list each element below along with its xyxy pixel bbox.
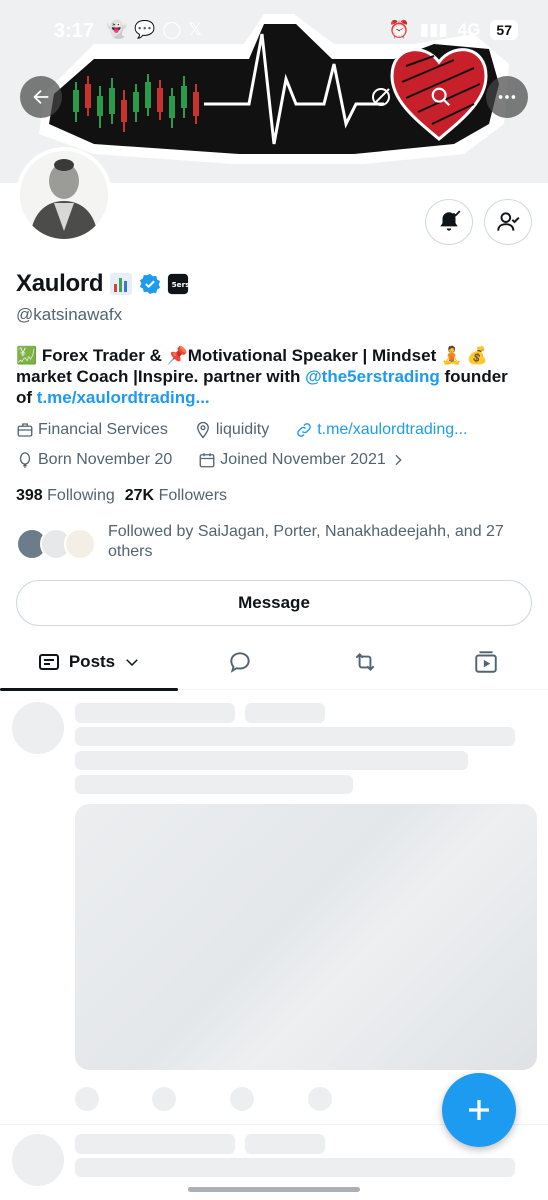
battery-icon: 57 bbox=[490, 20, 518, 40]
skeleton-action bbox=[308, 1087, 332, 1111]
profile-avatar[interactable] bbox=[16, 147, 112, 243]
link-icon bbox=[297, 423, 312, 437]
profile-meta-row-1: Financial Services liquidity t.me/xaulor… bbox=[16, 421, 467, 439]
tab-replies[interactable] bbox=[200, 634, 280, 690]
media-icon bbox=[475, 651, 497, 673]
x-logo-icon: 𝕏 bbox=[188, 20, 203, 39]
home-indicator[interactable] bbox=[188, 1187, 360, 1192]
tab-media[interactable] bbox=[446, 634, 526, 690]
skeleton-line bbox=[75, 1158, 515, 1177]
skeleton-line bbox=[245, 703, 325, 723]
more-icon bbox=[498, 95, 516, 99]
profile-name-row: Xaulord 5ers bbox=[16, 270, 189, 298]
chart-emoji-icon bbox=[110, 273, 133, 295]
skeleton-line bbox=[75, 775, 353, 794]
whatsapp-icon: ◯ bbox=[162, 20, 182, 39]
compose-button[interactable] bbox=[442, 1073, 516, 1147]
profile-meta-row-2: Born November 20 Joined November 2021 bbox=[16, 451, 406, 469]
signal-icon: ▮▮▮ bbox=[419, 20, 448, 39]
network-label: 4G bbox=[457, 20, 481, 39]
status-bar: 3:17 👻 💬 ◯ 𝕏 ⏰ ▮▮▮ 4G 57 bbox=[0, 0, 548, 62]
chevron-right-icon[interactable] bbox=[390, 452, 406, 468]
tab-posts[interactable]: Posts bbox=[0, 634, 178, 690]
search-icon bbox=[431, 87, 451, 107]
joined-label[interactable]: Joined November 2021 bbox=[220, 451, 385, 469]
location-icon bbox=[196, 421, 209, 439]
status-time: 3:17 bbox=[54, 20, 95, 42]
active-tab-indicator bbox=[0, 688, 178, 691]
skeleton-avatar bbox=[12, 1134, 64, 1186]
skeleton-avatar bbox=[12, 702, 64, 754]
profile-tabs: Posts bbox=[0, 634, 548, 691]
skeleton-line bbox=[75, 1134, 235, 1154]
snapchat-icon: 👻 bbox=[106, 20, 128, 39]
skeleton-line bbox=[75, 703, 235, 723]
chevron-down-icon bbox=[126, 659, 138, 667]
location-label: liquidity bbox=[215, 421, 270, 438]
svg-text:5ers: 5ers bbox=[172, 280, 189, 289]
skeleton-line bbox=[245, 1134, 325, 1154]
avatar-portrait bbox=[20, 151, 108, 239]
following-count: 398 bbox=[16, 487, 43, 504]
bio-url-link[interactable]: t.me/xaulordtrading... bbox=[37, 388, 210, 407]
following-count-link[interactable]: 398 Following bbox=[16, 487, 115, 505]
following-button[interactable] bbox=[484, 199, 532, 245]
notifications-button[interactable] bbox=[425, 199, 473, 245]
category-label[interactable]: Financial Services bbox=[38, 421, 168, 439]
website-link[interactable]: t.me/xaulordtrading... bbox=[317, 421, 467, 439]
back-button[interactable] bbox=[20, 76, 62, 118]
followers-count: 27K bbox=[124, 487, 155, 504]
following-label: Following bbox=[47, 487, 115, 504]
briefcase-icon bbox=[17, 423, 33, 437]
followed-by-row[interactable]: Followed by SaiJagan, Porter, Nanakhadee… bbox=[16, 522, 528, 562]
chat-icon: 💬 bbox=[134, 20, 156, 39]
bio-mention-link[interactable]: @the5erstrading bbox=[305, 367, 440, 386]
skeleton-line bbox=[75, 727, 515, 746]
back-icon bbox=[33, 89, 49, 105]
plus-icon bbox=[469, 1100, 489, 1120]
followed-by-text: Followed by SaiJagan, Porter, Nanakhadee… bbox=[108, 523, 504, 560]
calendar-icon bbox=[199, 453, 215, 468]
posts-icon bbox=[38, 654, 59, 670]
profile-bio: 💹 Forex Trader & 📌Motivational Speaker |… bbox=[16, 345, 526, 408]
skeleton-media bbox=[75, 804, 537, 1070]
tab-reposts[interactable] bbox=[325, 634, 405, 690]
display-name: Xaulord bbox=[16, 270, 104, 297]
follow-counts: 398 Following 27K Followers bbox=[16, 487, 227, 505]
skeleton-action bbox=[75, 1087, 99, 1111]
follow-icon bbox=[497, 212, 520, 231]
notification-icons: 👻 💬 ◯ 𝕏 bbox=[106, 20, 202, 40]
avatar bbox=[64, 528, 96, 560]
skeleton-line bbox=[75, 751, 468, 770]
verified-icon[interactable] bbox=[139, 273, 161, 295]
more-button[interactable] bbox=[486, 76, 528, 118]
message-button[interactable]: Message bbox=[16, 580, 532, 626]
affiliate-badge-icon[interactable]: 5ers bbox=[167, 273, 189, 295]
followed-by-avatars bbox=[16, 528, 98, 562]
skeleton-action bbox=[152, 1087, 176, 1111]
grok-icon bbox=[372, 88, 390, 106]
grok-button[interactable] bbox=[360, 76, 402, 118]
profile-handle: @katsinawafx bbox=[16, 305, 123, 324]
replies-icon bbox=[230, 652, 250, 673]
reposts-icon bbox=[355, 653, 375, 671]
birthday-label: Born November 20 bbox=[38, 451, 173, 468]
bell-icon bbox=[440, 210, 461, 231]
followers-count-link[interactable]: 27K Followers bbox=[125, 487, 227, 505]
balloon-icon bbox=[19, 452, 31, 468]
alarm-icon: ⏰ bbox=[388, 20, 410, 39]
skeleton-action bbox=[230, 1087, 254, 1111]
followers-label: Followers bbox=[158, 487, 228, 504]
search-button[interactable] bbox=[420, 76, 462, 118]
tab-posts-label: Posts bbox=[68, 652, 116, 671]
system-icons: ⏰ ▮▮▮ 4G 57 bbox=[388, 20, 518, 40]
